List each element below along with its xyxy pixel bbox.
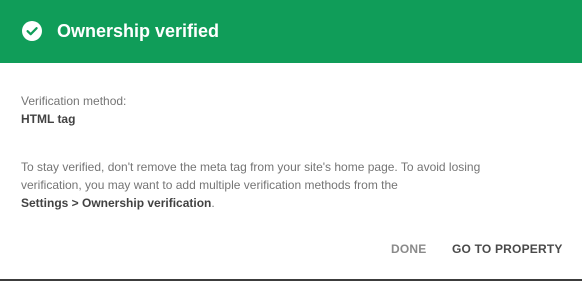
- dialog-title: Ownership verified: [57, 21, 220, 41]
- info-line-2: verification, you may want to add multip…: [21, 178, 398, 192]
- check-circle-icon: [22, 21, 42, 41]
- verification-method-label: Verification method:: [21, 94, 127, 108]
- ownership-verified-dialog: Ownership verified Verification method: …: [0, 0, 582, 281]
- dialog-header: Ownership verified: [0, 0, 582, 63]
- done-button[interactable]: DONE: [391, 241, 426, 257]
- settings-path-text: Settings > Ownership verification: [21, 196, 212, 210]
- go-to-property-button[interactable]: GO TO PROPERTY: [452, 241, 563, 257]
- verification-info-text: To stay verified, don't remove the meta …: [21, 158, 561, 212]
- verification-method-value: HTML tag: [21, 112, 76, 126]
- info-line-3-end: .: [211, 196, 215, 210]
- info-line-1: To stay verified, don't remove the meta …: [21, 160, 481, 174]
- info-line-3: Settings > Ownership verification.: [21, 194, 561, 212]
